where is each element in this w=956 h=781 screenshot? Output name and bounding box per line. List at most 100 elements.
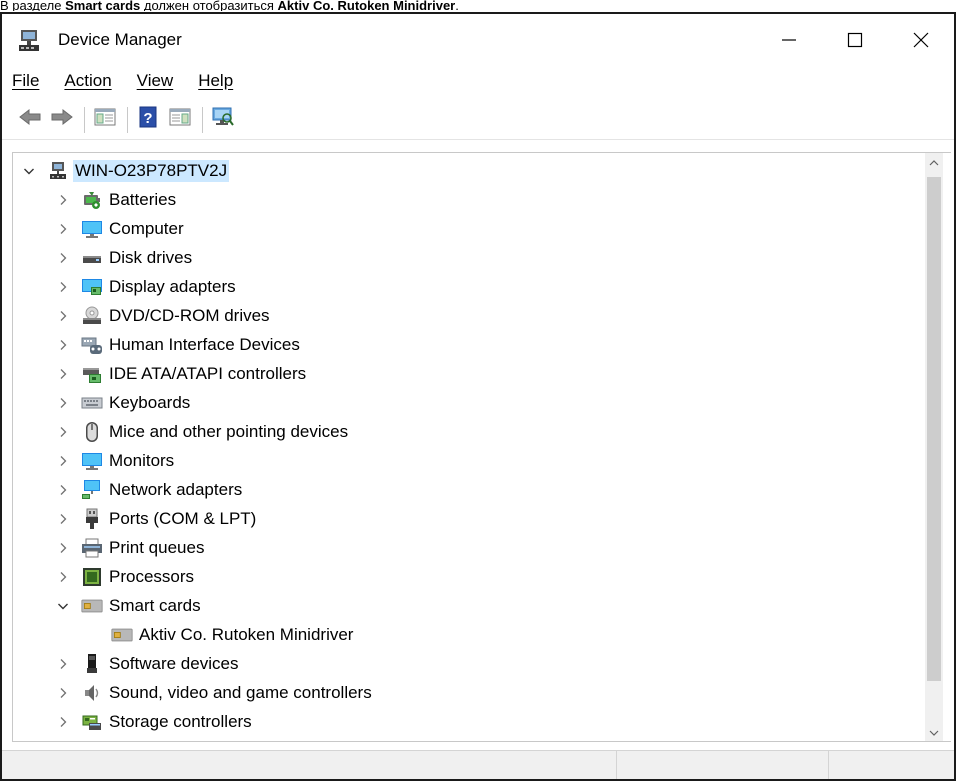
scan-hardware-button[interactable] (209, 106, 237, 134)
tree-item-label[interactable]: Keyboards (107, 392, 192, 414)
chevron-right-icon[interactable] (57, 658, 69, 670)
tree-item-label[interactable]: Computer (107, 218, 186, 240)
chevron-down-icon[interactable] (57, 600, 69, 612)
tree-row-sound-video-and-game-controllers[interactable]: Sound, video and game controllers (13, 679, 913, 708)
help-button[interactable]: ? (134, 106, 162, 134)
tree-row-monitors[interactable]: Monitors (13, 447, 913, 476)
tree-item-label[interactable]: Software devices (107, 653, 240, 675)
show-hide-console-tree-icon (94, 107, 116, 132)
chevron-right-icon[interactable] (57, 687, 69, 699)
tree-item-label[interactable]: Display adapters (107, 276, 238, 298)
tree-row-win-o23p78ptv2j[interactable]: WIN-O23P78PTV2J (13, 157, 913, 186)
tree-row-processors[interactable]: Processors (13, 563, 913, 592)
system-device-icon (81, 740, 103, 741)
scan-hardware-icon (211, 106, 235, 133)
tree-row-system-devices[interactable]: System devices (13, 737, 913, 741)
menu-help[interactable]: Help (198, 71, 233, 91)
chevron-right-icon[interactable] (57, 571, 69, 583)
menu-bar: File Action View Help (2, 66, 954, 96)
tree-row-mice-and-other-pointing-devices[interactable]: Mice and other pointing devices (13, 418, 913, 447)
chevron-right-icon[interactable] (57, 252, 69, 264)
console-tree-button[interactable] (91, 106, 119, 134)
tree-row-display-adapters[interactable]: Display adapters (13, 273, 913, 302)
scrollbar-thumb[interactable] (927, 177, 941, 681)
tree-row-keyboards[interactable]: Keyboards (13, 389, 913, 418)
smart-card-icon (111, 624, 133, 646)
tree-item-label[interactable]: Network adapters (107, 479, 244, 501)
chevron-right-icon[interactable] (57, 223, 69, 235)
chevron-right-icon[interactable] (57, 310, 69, 322)
menu-action[interactable]: Action (64, 71, 111, 91)
chevron-right-icon[interactable] (57, 542, 69, 554)
network-adapter-icon (81, 479, 103, 501)
tree-item-label[interactable]: Smart cards (107, 595, 203, 617)
tree-item-label[interactable]: Batteries (107, 189, 178, 211)
forward-button[interactable] (48, 106, 76, 134)
minimize-icon (781, 32, 797, 48)
tree-root-label[interactable]: WIN-O23P78PTV2J (73, 160, 230, 182)
tree-item-label[interactable]: Print queues (107, 537, 206, 559)
chevron-right-icon[interactable] (57, 281, 69, 293)
back-arrow-icon (18, 107, 42, 132)
tree-row-storage-controllers[interactable]: Storage controllers (13, 708, 913, 737)
tree-item-label[interactable]: DVD/CD-ROM drives (107, 305, 272, 327)
tree-item-label[interactable]: Mice and other pointing devices (107, 421, 350, 443)
device-tree-pane[interactable]: WIN-O23P78PTV2J Batteries Computer Disk dri… (12, 152, 951, 742)
monitor-icon (81, 450, 103, 472)
chevron-down-icon[interactable] (23, 165, 35, 177)
tree-item-label[interactable]: Monitors (107, 450, 176, 472)
tree-row-software-devices[interactable]: Software devices (13, 650, 913, 679)
caption-suffix: . (455, 0, 459, 11)
tree-row-computer[interactable]: Computer (13, 215, 913, 244)
tree-row-smart-cards[interactable]: Smart cards (13, 592, 913, 621)
menu-view[interactable]: View (137, 71, 174, 91)
vertical-scrollbar[interactable] (925, 153, 943, 741)
tree-row-human-interface-devices[interactable]: Human Interface Devices (13, 331, 913, 360)
device-tree: WIN-O23P78PTV2J Batteries Computer Disk dri… (13, 153, 925, 741)
tree-row-ide-ata-atapi-controllers[interactable]: IDE ATA/ATAPI controllers (13, 360, 913, 389)
chevron-right-icon[interactable] (57, 339, 69, 351)
tree-item-label[interactable]: Disk drives (107, 247, 194, 269)
status-pane-3 (828, 751, 954, 779)
maximize-button[interactable] (822, 14, 888, 66)
chevron-right-icon[interactable] (57, 484, 69, 496)
tree-item-label[interactable]: Processors (107, 566, 196, 588)
tree-row-ports-com-lpt[interactable]: Ports (COM & LPT) (13, 505, 913, 534)
title-bar[interactable]: Device Manager (2, 14, 954, 66)
action-pane-button[interactable] (166, 106, 194, 134)
chevron-down-icon (929, 723, 939, 741)
tree-item-label[interactable]: Human Interface Devices (107, 334, 302, 356)
hid-icon (81, 334, 103, 356)
printer-icon (81, 537, 103, 559)
tree-row-network-adapters[interactable]: Network adapters (13, 476, 913, 505)
maximize-icon (847, 32, 863, 48)
back-button[interactable] (16, 106, 44, 134)
chevron-right-icon[interactable] (57, 513, 69, 525)
toolbar-separator (202, 106, 203, 133)
minimize-button[interactable] (756, 14, 822, 66)
scroll-up-button[interactable] (925, 153, 943, 171)
scroll-down-button[interactable] (925, 723, 943, 741)
tree-item-label[interactable]: Sound, video and game controllers (107, 682, 374, 704)
device-manager-icon (16, 28, 42, 54)
chevron-right-icon[interactable] (57, 397, 69, 409)
menu-file[interactable]: File (12, 71, 39, 91)
svg-text:?: ? (143, 110, 152, 127)
tree-row-disk-drives[interactable]: Disk drives (13, 244, 913, 273)
chevron-right-icon[interactable] (57, 716, 69, 728)
tree-row-dvd-cd-rom-drives[interactable]: DVD/CD-ROM drives (13, 302, 913, 331)
tree-row-print-queues[interactable]: Print queues (13, 534, 913, 563)
tree-row-aktiv-co-rutoken-minidriver[interactable]: Aktiv Co. Rutoken Minidriver (13, 621, 913, 650)
tree-item-label[interactable]: Aktiv Co. Rutoken Minidriver (137, 624, 355, 646)
chevron-right-icon[interactable] (57, 455, 69, 467)
chevron-right-icon[interactable] (57, 426, 69, 438)
tree-row-batteries[interactable]: Batteries (13, 186, 913, 215)
tree-item-label[interactable]: System devices (107, 740, 230, 741)
storage-controller-icon (81, 711, 103, 733)
tree-item-label[interactable]: Storage controllers (107, 711, 254, 733)
chevron-right-icon[interactable] (57, 368, 69, 380)
chevron-right-icon[interactable] (57, 194, 69, 206)
tree-item-label[interactable]: IDE ATA/ATAPI controllers (107, 363, 308, 385)
close-button[interactable] (888, 14, 954, 66)
tree-item-label[interactable]: Ports (COM & LPT) (107, 508, 258, 530)
